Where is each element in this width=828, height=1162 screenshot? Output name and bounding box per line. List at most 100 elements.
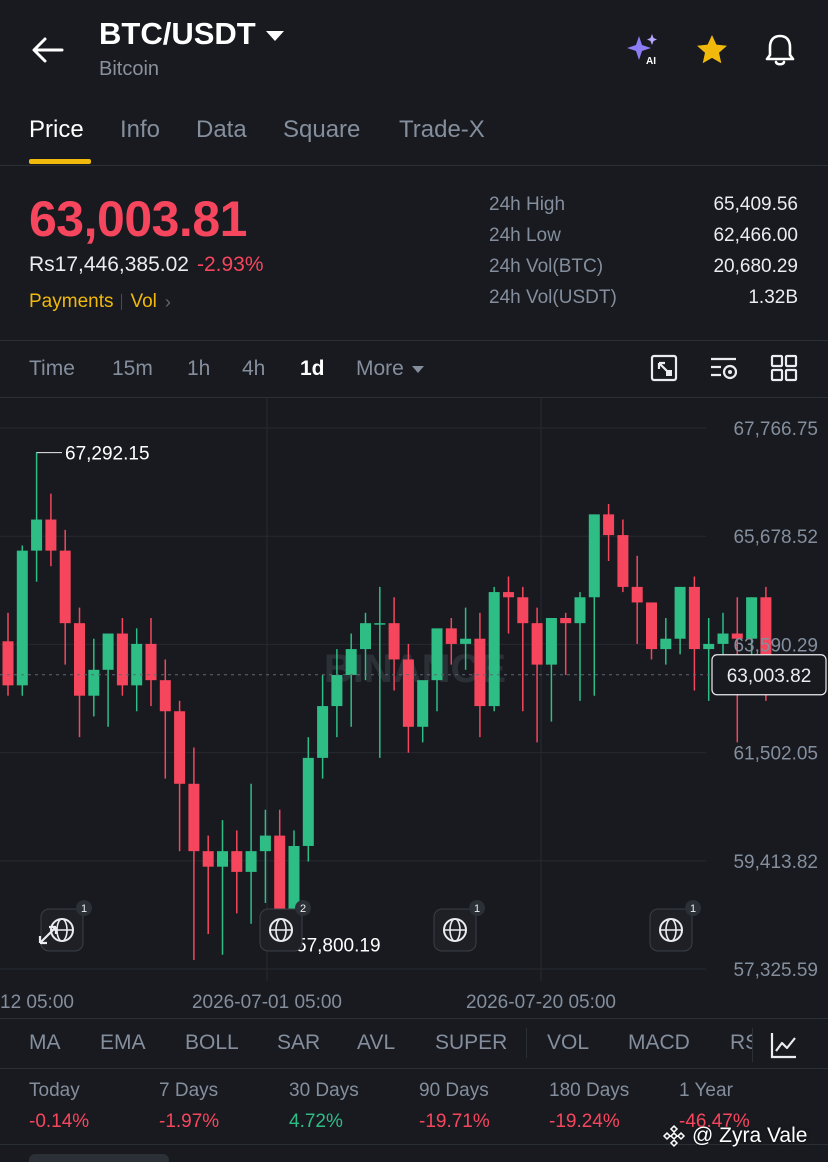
perf-value-today: -0.14% <box>29 1111 90 1132</box>
candle-body <box>174 711 186 784</box>
candle-body <box>402 659 414 727</box>
tag-row: Payments Vol › <box>29 291 171 313</box>
candle-body <box>588 514 600 598</box>
timeframe-15m[interactable]: 15m <box>112 357 153 381</box>
x-axis-tick-label: 2026-07-01 05:00 <box>192 992 342 1013</box>
indicator-settings-button[interactable] <box>752 1024 828 1066</box>
timeframe-time[interactable]: Time <box>29 357 75 381</box>
user-watermark: @ Zyra Vale <box>662 1124 807 1148</box>
candle-body <box>474 638 486 707</box>
y-axis-tick-label: 65,678.52 <box>733 527 818 548</box>
chevron-down-icon <box>265 31 284 41</box>
stat-value-24h-vol-btc: 20,680.29 <box>713 256 798 277</box>
indicator-super[interactable]: SUPER <box>435 1031 507 1055</box>
pair-selector[interactable]: BTC/USDT <box>99 16 284 52</box>
perf-value-7-days: -1.97% <box>159 1111 220 1132</box>
timeframe-1h[interactable]: 1h <box>187 357 210 381</box>
candle-body <box>45 519 57 551</box>
candle-body <box>517 597 529 624</box>
candle-body <box>431 628 443 681</box>
candle-body <box>488 592 500 707</box>
back-arrow-icon[interactable] <box>30 34 66 66</box>
candle-body <box>274 835 286 919</box>
timeframe-more[interactable]: More <box>356 357 424 381</box>
candle-body <box>631 586 643 603</box>
timeframe-4h[interactable]: 4h <box>242 357 265 381</box>
candle-body <box>617 535 629 587</box>
candle-body <box>674 586 686 639</box>
pair-title: BTC/USDT <box>99 16 256 51</box>
candle-body <box>131 643 143 686</box>
y-axis-tick-label: 59,413.82 <box>733 852 818 873</box>
candle-body <box>417 680 429 727</box>
tab-info[interactable]: Info <box>120 116 160 144</box>
candlestick-chart[interactable]: BINANCE 67,766.7565,678.5263,590.2961,50… <box>0 398 828 1018</box>
perf-value-30-days: 4.72% <box>289 1111 343 1132</box>
low-marker-label: 57,800.19 <box>296 935 381 956</box>
event-count-label: 1 <box>474 903 480 915</box>
candle-body <box>688 586 700 650</box>
perf-label-7-days: 7 Days <box>159 1080 219 1101</box>
candle-body <box>31 519 43 551</box>
bottom-handle <box>29 1154 169 1162</box>
stat-value-24h-vol-usdt: 1.32B <box>748 287 798 308</box>
candle-body <box>231 851 243 872</box>
tab-square[interactable]: Square <box>283 116 360 144</box>
bell-icon[interactable] <box>760 30 800 70</box>
indicator-avl[interactable]: AVL <box>357 1031 395 1055</box>
grid-layout-icon[interactable] <box>768 352 800 384</box>
timeframe-1d[interactable]: 1d <box>300 357 325 381</box>
divider <box>0 1068 828 1069</box>
indicator-sar[interactable]: SAR <box>277 1031 320 1055</box>
candle-body <box>660 638 672 650</box>
chevron-right-icon[interactable]: › <box>165 292 171 313</box>
fullscreen-toggle-icon[interactable] <box>648 352 680 384</box>
local-price: Rs17,446,385.02 <box>29 253 189 276</box>
tab-trade-x[interactable]: Trade-X <box>399 116 485 144</box>
candle-body <box>159 680 171 712</box>
candle-body <box>388 623 400 660</box>
ai-sparkle-icon[interactable]: AI <box>623 30 663 70</box>
tag-payments[interactable]: Payments <box>29 291 113 313</box>
favorite-star-icon[interactable] <box>692 30 732 70</box>
divider <box>0 1018 828 1019</box>
indicator-settings-divider <box>752 1028 753 1062</box>
stat-label-24h-high: 24h High <box>489 194 566 215</box>
y-axis-tick-label: 63,590.29 <box>733 635 818 656</box>
indicator-divider <box>526 1028 527 1058</box>
candle-body <box>746 597 758 639</box>
last-price: 63,003.81 <box>29 191 247 247</box>
candle-body <box>445 628 457 644</box>
candle-body <box>531 623 543 665</box>
indicator-ema[interactable]: EMA <box>100 1031 146 1055</box>
indicator-rsi[interactable]: RSI <box>730 1031 752 1055</box>
binance-logo-icon <box>662 1124 686 1148</box>
perf-label-1-year: 1 Year <box>679 1080 733 1101</box>
indicator-macd[interactable]: MACD <box>628 1031 690 1055</box>
candle-body <box>2 641 14 686</box>
candle-body <box>259 835 271 852</box>
indicator-boll[interactable]: BOLL <box>185 1031 239 1055</box>
active-tab-indicator <box>29 159 91 164</box>
tag-vol[interactable]: Vol <box>130 291 156 313</box>
perf-label-today: Today <box>29 1080 80 1101</box>
local-price-row: Rs17,446,385.02 -2.93% <box>29 253 264 277</box>
candle-body <box>188 783 200 852</box>
candle-body <box>503 592 514 598</box>
perf-value-180-days: -19.24% <box>549 1111 620 1132</box>
candle-body <box>217 851 228 867</box>
candle-body <box>74 623 85 696</box>
indicator-ma[interactable]: MA <box>29 1031 61 1055</box>
tab-price[interactable]: Price <box>29 116 84 144</box>
current-price-label: 63,003.82 <box>727 666 812 687</box>
candle-body <box>102 633 114 670</box>
tab-bar: Price Info Data Square Trade-X <box>0 104 828 166</box>
y-axis-tick-label: 61,502.05 <box>733 744 818 765</box>
candle-body <box>16 550 28 686</box>
tab-data[interactable]: Data <box>196 116 247 144</box>
candle-body <box>116 633 128 686</box>
indicator-vol[interactable]: VOL <box>547 1031 589 1055</box>
candle-body <box>717 633 729 644</box>
chart-settings-icon[interactable] <box>708 352 740 384</box>
event-count-label: 1 <box>81 903 87 915</box>
